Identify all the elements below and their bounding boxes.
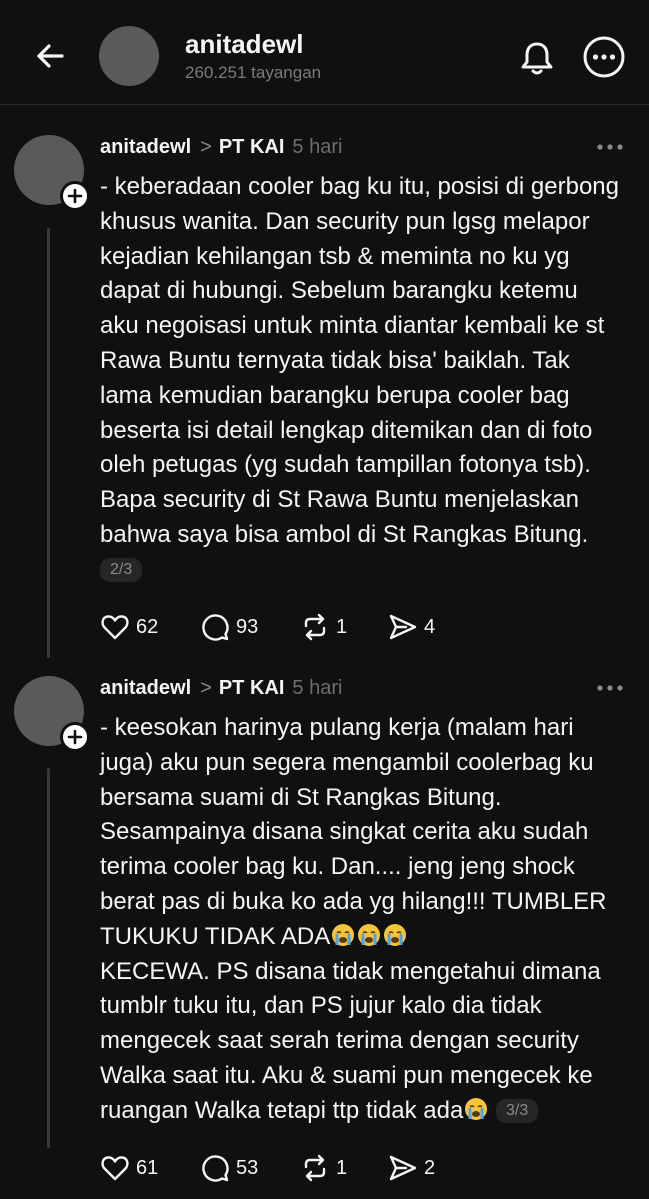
reply-count: 93 bbox=[236, 615, 259, 638]
back-arrow-icon[interactable] bbox=[30, 36, 70, 76]
send-icon bbox=[389, 614, 417, 640]
post-more-icon[interactable] bbox=[596, 142, 624, 152]
thread-line bbox=[47, 228, 50, 658]
reply-button[interactable]: 93 bbox=[200, 612, 258, 642]
post-header: anitadewl > PT KAI 5 hari bbox=[100, 136, 342, 159]
view-count: 260.251 tayangan bbox=[185, 63, 322, 82]
heart-icon bbox=[101, 615, 129, 640]
repost-button[interactable]: 1 bbox=[300, 1153, 347, 1183]
text-line: juga) aku pun segera mengambil coolerbag… bbox=[100, 748, 594, 776]
profile-avatar[interactable] bbox=[99, 26, 159, 86]
reply-chevron-icon: > bbox=[200, 136, 212, 158]
text-line: KECEWA. PS disana tidak mengetahui diman… bbox=[100, 957, 601, 985]
share-count: 4 bbox=[424, 615, 436, 638]
text-line: tumblr tuku itu, dan PS jujur kalo dia t… bbox=[100, 992, 542, 1020]
crying-emoji-icon bbox=[358, 923, 381, 946]
text-line: - keberadaan cooler bag ku itu, posisi d… bbox=[100, 173, 619, 200]
share-count: 2 bbox=[424, 1156, 436, 1179]
reply-button[interactable]: 53 bbox=[200, 1153, 258, 1183]
repost-count: 1 bbox=[336, 615, 348, 638]
crying-emoji-icon bbox=[465, 1097, 488, 1120]
text-line: Bapa security di St Rawa Buntu menjelask… bbox=[100, 486, 579, 514]
reply-recipient[interactable]: PT KAI bbox=[219, 136, 285, 158]
text-line: mengecek saat serah terima dengan securi… bbox=[100, 1027, 579, 1055]
text-line: kejadian kehilangan tsb & meminta no ku … bbox=[100, 242, 570, 270]
text-line: lama kemudian barangku berupa cooler bag bbox=[100, 381, 570, 409]
repost-icon bbox=[304, 1154, 326, 1182]
repost-button[interactable]: 1 bbox=[300, 612, 347, 642]
follow-plus-icon[interactable] bbox=[60, 181, 90, 211]
crying-emoji-icon bbox=[332, 923, 355, 946]
repost-count: 1 bbox=[336, 1156, 348, 1179]
text-line: Walka saat itu. Aku & suami pun mengecek… bbox=[100, 1061, 593, 1089]
text-line: berat pas di buka ko ada yg hilang!!! TU… bbox=[100, 887, 607, 915]
text-line: beserta isi detail lengkap ditemikan dan… bbox=[100, 416, 593, 444]
text-line: bahwa saya bisa ambol di St Rangkas Bitu… bbox=[100, 520, 589, 548]
repost-icon bbox=[304, 613, 326, 641]
share-button[interactable]: 4 bbox=[388, 612, 435, 642]
like-count: 61 bbox=[136, 1156, 159, 1179]
post-text: - keberadaan cooler bag ku itu, posisi d… bbox=[100, 170, 630, 588]
comment-icon bbox=[202, 614, 229, 641]
reply-chevron-icon: > bbox=[200, 677, 212, 699]
bell-icon[interactable] bbox=[515, 36, 559, 80]
post-more-icon[interactable] bbox=[596, 683, 624, 693]
reply-recipient[interactable]: PT KAI bbox=[219, 677, 285, 699]
post-header: anitadewl > PT KAI 5 hari bbox=[100, 677, 342, 700]
reply-count: 53 bbox=[236, 1156, 259, 1179]
profile-username[interactable]: anitadewl bbox=[185, 29, 303, 60]
text-line: ruangan Walka tetapi ttp tidak ada bbox=[100, 1096, 464, 1124]
like-count: 62 bbox=[136, 615, 159, 638]
like-button[interactable]: 62 bbox=[100, 612, 158, 642]
post-username[interactable]: anitadewl bbox=[100, 677, 191, 699]
post-username[interactable]: anitadewl bbox=[100, 136, 191, 158]
post-time: 5 hari bbox=[292, 136, 343, 158]
text-line: dapat di hubungi. Sebelum barangku ketem… bbox=[100, 277, 578, 305]
heart-icon bbox=[101, 1156, 129, 1181]
send-icon bbox=[389, 1155, 417, 1181]
text-line: oleh petugas (yg sudah tampillan fotonya… bbox=[100, 451, 591, 479]
text-line: - keesokan harinya pulang kerja (malam h… bbox=[100, 714, 574, 741]
top-bar: anitadewl 260.251 tayangan bbox=[0, 0, 649, 105]
follow-plus-icon[interactable] bbox=[60, 722, 90, 752]
text-line: Sesampainya disana singkat cerita aku su… bbox=[100, 818, 589, 846]
text-line: aku negoisasi untuk minta diantar kembal… bbox=[100, 312, 605, 340]
page-indicator: 2/3 bbox=[100, 558, 143, 583]
text-line: bersama suami di St Rangkas Bitung. bbox=[100, 783, 502, 811]
text-line: terima cooler bag ku. Dan.... jeng jeng … bbox=[100, 853, 575, 881]
thread-line bbox=[47, 768, 50, 1148]
share-button[interactable]: 2 bbox=[388, 1153, 435, 1183]
text-line: Rawa Buntu ternyata tidak bisa' baiklah.… bbox=[100, 346, 570, 374]
post-time: 5 hari bbox=[292, 677, 343, 699]
text-line: khusus wanita. Dan security pun lgsg mel… bbox=[100, 207, 590, 235]
comment-icon bbox=[202, 1155, 229, 1182]
post-text: - keesokan harinya pulang kerja (malam h… bbox=[100, 711, 630, 1129]
page-indicator: 3/3 bbox=[496, 1099, 539, 1124]
crying-emoji-icon bbox=[384, 923, 407, 946]
text-line: TUKUKU TIDAK ADA bbox=[100, 922, 331, 950]
more-options-icon[interactable] bbox=[582, 35, 626, 79]
like-button[interactable]: 61 bbox=[100, 1153, 158, 1183]
